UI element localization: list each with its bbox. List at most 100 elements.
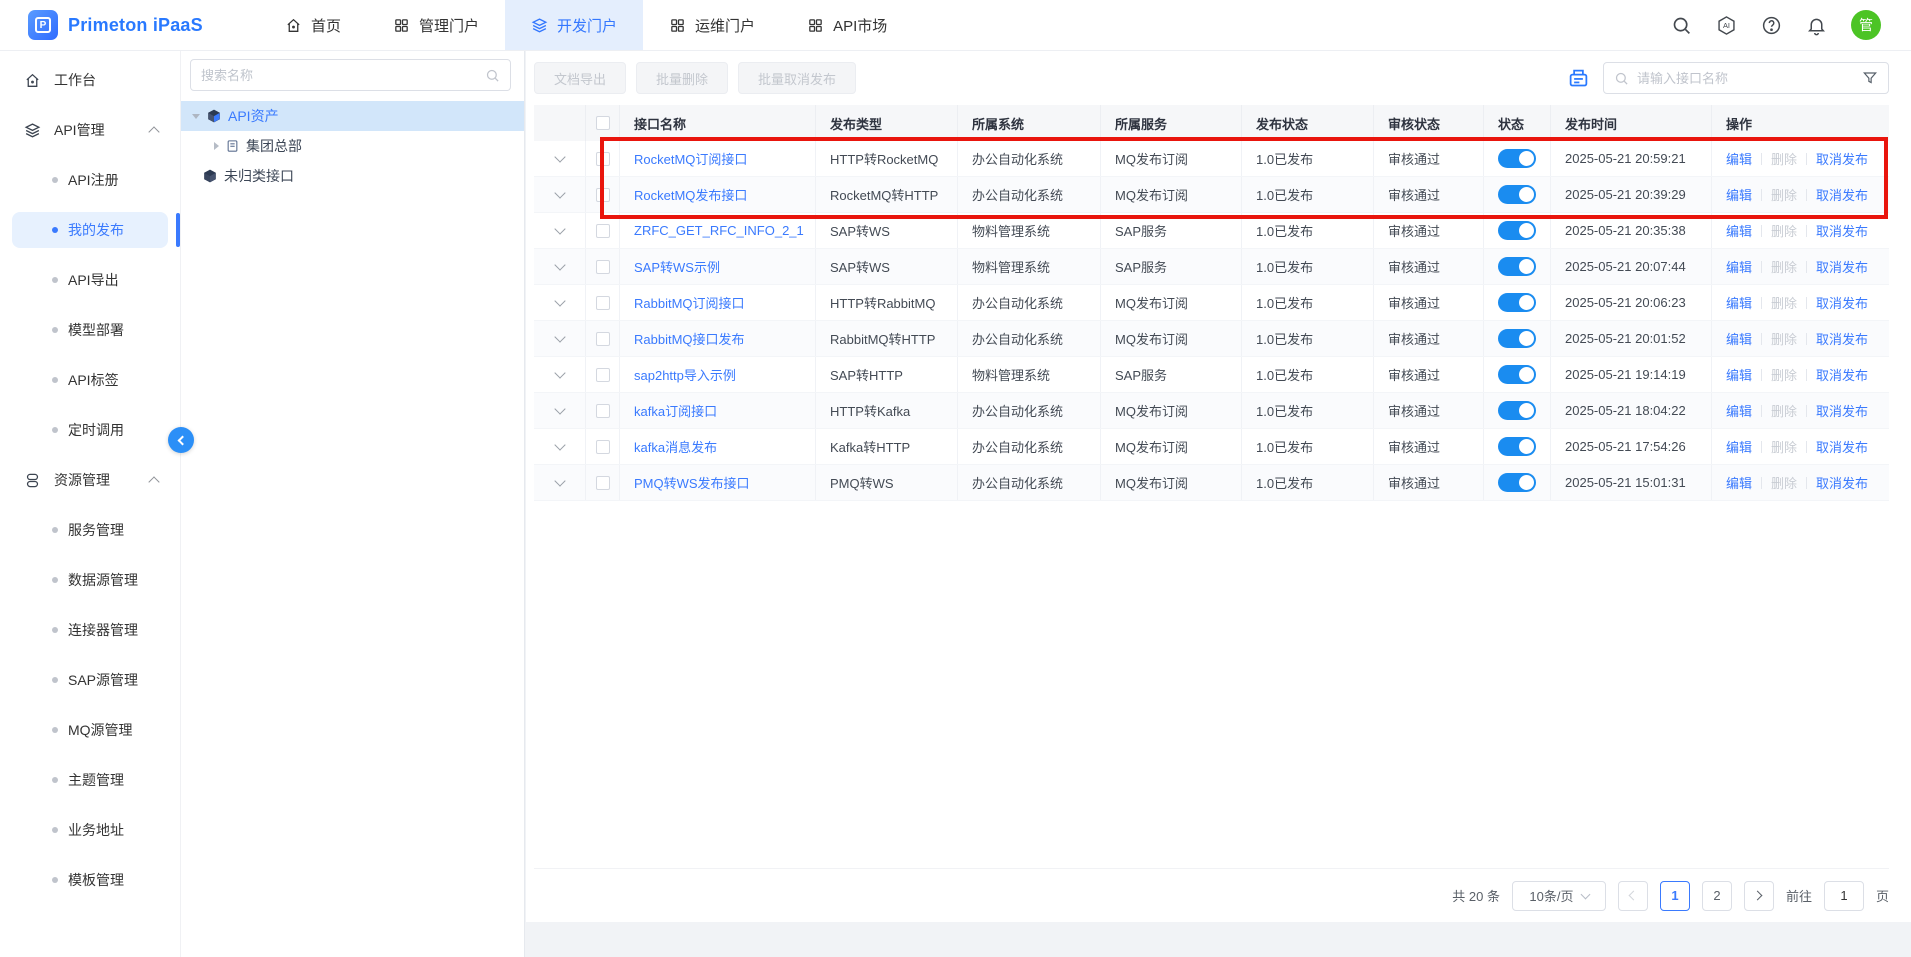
api-name-link[interactable]: RocketMQ订阅接口 [634, 149, 747, 168]
delete-link[interactable]: 删除 [1771, 329, 1797, 348]
row-expand-cell[interactable] [534, 285, 586, 320]
api-search-input[interactable] [1637, 71, 1854, 86]
nav-item-dev-portal[interactable]: 开发门户 [505, 0, 643, 50]
row-expand-cell[interactable] [534, 357, 586, 392]
row-checkbox[interactable] [596, 260, 610, 274]
user-avatar[interactable]: 管 [1851, 10, 1881, 40]
status-toggle-on[interactable] [1498, 293, 1536, 312]
api-name-link[interactable]: sap2http导入示例 [634, 365, 736, 384]
unpublish-link[interactable]: 取消发布 [1816, 401, 1868, 420]
page-size-select[interactable]: 10条/页 [1512, 881, 1606, 911]
api-name-link[interactable]: kafka订阅接口 [634, 401, 717, 420]
row-expand-cell[interactable] [534, 429, 586, 464]
status-toggle-on[interactable] [1498, 401, 1536, 420]
row-expand-cell[interactable] [534, 393, 586, 428]
edit-link[interactable]: 编辑 [1726, 221, 1752, 240]
sidebar-item-business-address[interactable]: 业务地址 [0, 805, 180, 855]
status-toggle-on[interactable] [1498, 257, 1536, 276]
api-name-link[interactable]: kafka消息发布 [634, 437, 717, 456]
delete-link[interactable]: 删除 [1771, 149, 1797, 168]
nav-item-api-market[interactable]: API市场 [781, 0, 913, 50]
status-toggle-on[interactable] [1498, 149, 1536, 168]
delete-link[interactable]: 删除 [1771, 473, 1797, 492]
notifications-bell-icon[interactable] [1806, 15, 1827, 36]
unpublish-link[interactable]: 取消发布 [1816, 473, 1868, 492]
unpublish-link[interactable]: 取消发布 [1816, 257, 1868, 276]
sidebar-item-api-tags[interactable]: API标签 [0, 355, 180, 405]
api-name-link[interactable]: RocketMQ发布接口 [634, 185, 747, 204]
sidebar-item-model-deploy[interactable]: 模型部署 [0, 305, 180, 355]
tree-node-uncategorized[interactable]: 未归类接口 [181, 161, 524, 191]
sidebar-item-topic-management[interactable]: 主题管理 [0, 755, 180, 805]
delete-link[interactable]: 删除 [1771, 221, 1797, 240]
status-toggle-on[interactable] [1498, 365, 1536, 384]
unpublish-link[interactable]: 取消发布 [1816, 365, 1868, 384]
delete-link[interactable]: 删除 [1771, 401, 1797, 420]
nav-item-home[interactable]: 首页 [259, 0, 367, 50]
sidebar-item-connector-management[interactable]: 连接器管理 [0, 605, 180, 655]
sidebar-item-api-export[interactable]: API导出 [0, 255, 180, 305]
edit-link[interactable]: 编辑 [1726, 437, 1752, 456]
search-icon[interactable] [1671, 15, 1692, 36]
row-checkbox[interactable] [596, 188, 610, 202]
unpublish-link[interactable]: 取消发布 [1816, 329, 1868, 348]
unpublish-link[interactable]: 取消发布 [1816, 149, 1868, 168]
sidebar-item-workbench[interactable]: 工作台 [0, 55, 180, 105]
help-icon[interactable] [1761, 15, 1782, 36]
sidebar-item-service-management[interactable]: 服务管理 [0, 505, 180, 555]
nav-item-admin-portal[interactable]: 管理门户 [367, 0, 505, 50]
sidebar-item-api-register[interactable]: API注册 [0, 155, 180, 205]
row-expand-cell[interactable] [534, 177, 586, 212]
row-checkbox[interactable] [596, 476, 610, 490]
page-button-2[interactable]: 2 [1702, 881, 1732, 911]
row-checkbox[interactable] [596, 152, 610, 166]
caret-right-icon[interactable] [214, 142, 219, 150]
caret-down-icon[interactable] [192, 114, 200, 119]
sidebar-item-my-publish[interactable]: 我的发布 [0, 205, 180, 255]
tree-node-api-assets[interactable]: API资产 [181, 101, 524, 131]
status-toggle-on[interactable] [1498, 473, 1536, 492]
goto-page-input[interactable] [1824, 881, 1864, 911]
row-expand-cell[interactable] [534, 465, 586, 500]
next-page-button[interactable] [1744, 881, 1774, 911]
unpublish-link[interactable]: 取消发布 [1816, 293, 1868, 312]
status-toggle-on[interactable] [1498, 221, 1536, 240]
api-name-link[interactable]: PMQ转WS发布接口 [634, 473, 750, 492]
sidebar-item-scheduled-call[interactable]: 定时调用 [0, 405, 180, 455]
edit-link[interactable]: 编辑 [1726, 149, 1752, 168]
status-toggle-on[interactable] [1498, 329, 1536, 348]
row-checkbox[interactable] [596, 368, 610, 382]
unpublish-link[interactable]: 取消发布 [1816, 185, 1868, 204]
row-checkbox[interactable] [596, 404, 610, 418]
delete-link[interactable]: 删除 [1771, 257, 1797, 276]
select-all-checkbox[interactable] [596, 116, 610, 130]
row-expand-cell[interactable] [534, 213, 586, 248]
export-image-icon[interactable] [1567, 67, 1589, 89]
sidebar-item-api-management[interactable]: API管理 [0, 105, 180, 155]
ai-assistant-icon[interactable]: AI [1716, 15, 1737, 36]
delete-link[interactable]: 删除 [1771, 293, 1797, 312]
edit-link[interactable]: 编辑 [1726, 185, 1752, 204]
batch-unpublish-button[interactable]: 批量取消发布 [738, 62, 856, 94]
sidebar-item-sap-source-management[interactable]: SAP源管理 [0, 655, 180, 705]
edit-link[interactable]: 编辑 [1726, 473, 1752, 492]
tree-node-group-hq[interactable]: 集团总部 [181, 131, 524, 161]
edit-link[interactable]: 编辑 [1726, 401, 1752, 420]
filter-funnel-icon[interactable] [1862, 70, 1878, 86]
row-expand-cell[interactable] [534, 321, 586, 356]
unpublish-link[interactable]: 取消发布 [1816, 437, 1868, 456]
brand[interactable]: P Primeton iPaaS [0, 10, 225, 40]
edit-link[interactable]: 编辑 [1726, 257, 1752, 276]
sidebar-item-datasource-management[interactable]: 数据源管理 [0, 555, 180, 605]
prev-page-button[interactable] [1618, 881, 1648, 911]
sidebar-item-mq-source-management[interactable]: MQ源管理 [0, 705, 180, 755]
edit-link[interactable]: 编辑 [1726, 329, 1752, 348]
nav-item-ops-portal[interactable]: 运维门户 [643, 0, 781, 50]
api-name-link[interactable]: RabbitMQ接口发布 [634, 329, 745, 348]
row-checkbox[interactable] [596, 296, 610, 310]
row-expand-cell[interactable] [534, 249, 586, 284]
delete-link[interactable]: 删除 [1771, 185, 1797, 204]
api-name-link[interactable]: RabbitMQ订阅接口 [634, 293, 745, 312]
row-checkbox[interactable] [596, 332, 610, 346]
api-name-link[interactable]: ZRFC_GET_RFC_INFO_2_1 [634, 223, 804, 238]
